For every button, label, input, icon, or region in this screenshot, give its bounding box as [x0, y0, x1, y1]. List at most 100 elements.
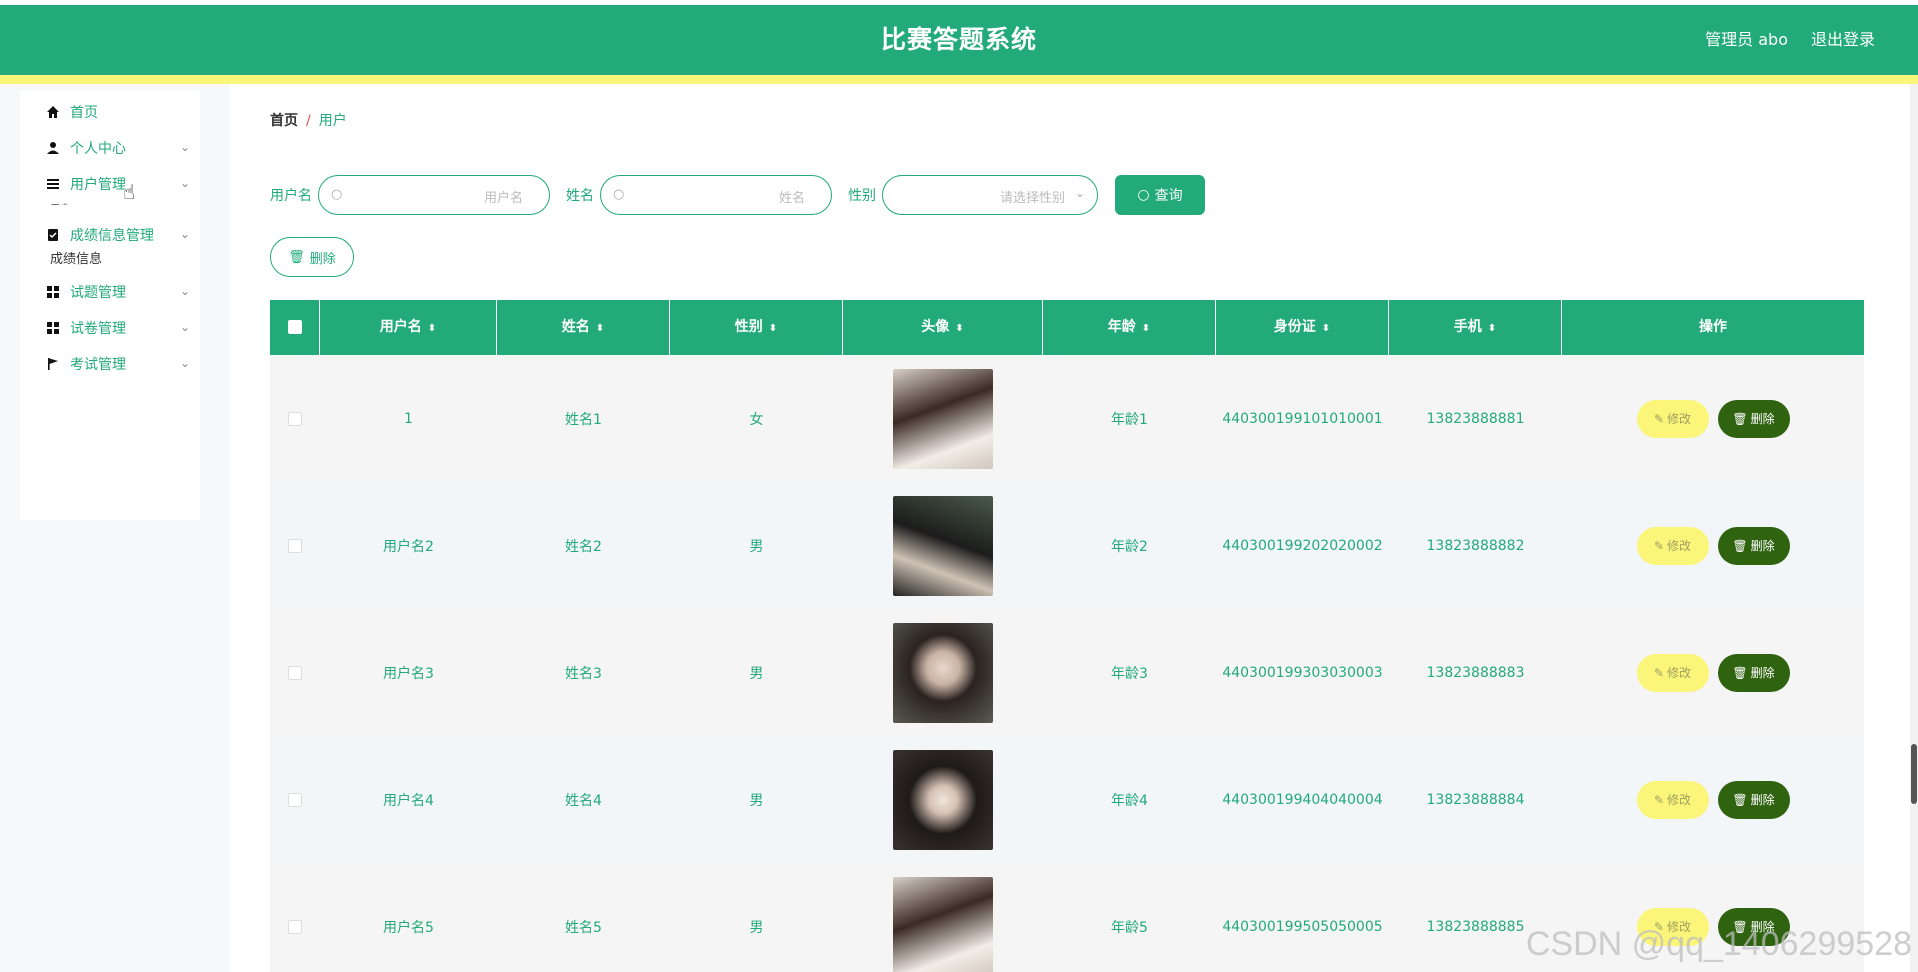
flag-icon [46, 357, 60, 371]
column-label: 操作 [1699, 319, 1727, 335]
admin-label: 管理员 abo [1705, 30, 1788, 49]
edit-icon: ✎ [1653, 665, 1665, 680]
column-label: 用户名 [379, 319, 422, 335]
cell-name: 姓名4 [565, 792, 602, 809]
username-search-input[interactable]: ○ 用户名 [318, 175, 550, 215]
top-header: 比赛答题系统 管理员 abo 退出登录 [0, 5, 1918, 75]
sidebar-item-label: 试题管理 [70, 285, 126, 301]
cell-age: 年龄5 [1111, 919, 1148, 936]
query-button[interactable]: ○ 查询 [1115, 175, 1205, 215]
cell-avatar [843, 355, 1043, 482]
chevron-down-icon: ⌄ [179, 140, 190, 154]
delete-button[interactable]: 🗑 删除 [1717, 780, 1790, 819]
bulk-delete-button[interactable]: 🗑 删除 [270, 237, 354, 277]
column-header-username[interactable]: 用户名 ⬍ [320, 300, 497, 355]
trash-icon: 🗑 [1732, 411, 1748, 426]
sort-icon: ⬍ [1321, 323, 1331, 334]
row-checkbox-cell [270, 863, 320, 972]
edit-button-label: 修改 [1667, 539, 1692, 553]
row-checkbox[interactable] [288, 792, 302, 807]
breadcrumb-current: 用户 [318, 113, 347, 129]
cell-actions: ✎ 修改 🗑 删除 [1562, 355, 1864, 482]
gender-filter-label: 性别 [848, 188, 876, 204]
edit-button[interactable]: ✎ 修改 [1636, 653, 1709, 692]
column-header-age[interactable]: 年龄 ⬍ [1043, 300, 1216, 355]
sidebar-menu: 首页 个人中心 ⌄ 用户管理 ⌄ 用户 成绩信息管理 ⌄ 成绩信息 [20, 90, 200, 520]
header-accent-strip [0, 75, 1918, 84]
sort-icon: ⬍ [595, 323, 605, 334]
cell-id-card: 440300199404040004 [1222, 791, 1383, 808]
edit-button-label: 修改 [1667, 793, 1692, 807]
scrollbar-thumb[interactable] [1911, 744, 1917, 804]
sort-icon: ⬍ [427, 323, 437, 334]
column-header-phone[interactable]: 手机 ⬍ [1389, 300, 1562, 355]
edit-button[interactable]: ✎ 修改 [1636, 399, 1709, 438]
cell-age: 年龄1 [1111, 411, 1148, 428]
avatar [893, 495, 993, 596]
sidebar-item-label: 试卷管理 [70, 321, 126, 337]
delete-button[interactable]: 🗑 删除 [1717, 653, 1790, 692]
chevron-down-icon: ⌄ [179, 284, 190, 298]
name-filter-label: 姓名 [566, 188, 594, 204]
row-checkbox-cell [270, 609, 320, 736]
select-all-checkbox[interactable] [287, 320, 302, 334]
table-header: 用户名 ⬍ 姓名 ⬍ 性别 ⬍ 头像 ⬍ 年龄 ⬍ 身份证 ⬍ 手机 ⬍ 操作 [270, 300, 1864, 355]
delete-button-label: 删除 [1750, 539, 1775, 553]
row-checkbox-cell [270, 355, 320, 482]
edit-button[interactable]: ✎ 修改 [1636, 526, 1709, 565]
gender-filter: 性别 请选择性别 ⌄ [848, 175, 1098, 215]
chevron-down-icon: ⌄ [179, 356, 190, 370]
column-label: 性别 [734, 319, 763, 335]
cell-phone: 13823888881 [1426, 410, 1525, 427]
edit-button[interactable]: ✎ 修改 [1636, 780, 1709, 819]
column-label: 身份证 [1273, 319, 1316, 335]
chevron-down-icon: ⌄ [179, 320, 190, 334]
breadcrumb-home[interactable]: 首页 [270, 113, 298, 129]
column-header-avatar[interactable]: 头像 ⬍ [843, 300, 1043, 355]
cell-gender: 男 [749, 792, 764, 809]
row-checkbox-cell [270, 482, 320, 609]
avatar [893, 368, 993, 469]
name-search-input[interactable]: ○ 姓名 [600, 175, 832, 215]
delete-button[interactable]: 🗑 删除 [1717, 526, 1790, 565]
column-header-id-card[interactable]: 身份证 ⬍ [1216, 300, 1389, 355]
home-icon [46, 105, 60, 119]
name-filter: 姓名 ○ 姓名 [566, 175, 832, 215]
trash-icon: 🗑 [1732, 792, 1748, 807]
cell-name: 姓名1 [565, 411, 602, 428]
submenu-item-score-info[interactable]: 成绩信息 [50, 248, 102, 267]
edit-icon: ✎ [1653, 538, 1665, 553]
cell-age: 年龄4 [1111, 792, 1148, 809]
main-content: 首页 / 用户 用户名 ○ 用户名 姓名 ○ 姓名 性别 请选择性别 ⌄ ○ 查询 … [230, 84, 1918, 972]
delete-button[interactable]: 🗑 删除 [1717, 399, 1790, 438]
cell-avatar [843, 609, 1043, 736]
trash-icon: 🗑 [1732, 665, 1748, 680]
row-checkbox[interactable] [288, 411, 302, 426]
edit-icon: ✎ [1653, 411, 1665, 426]
logout-link[interactable]: 退出登录 [1811, 5, 1875, 75]
sidebar-item-exam-management[interactable]: 考试管理 ⌄ [20, 342, 200, 386]
column-header-name[interactable]: 姓名 ⬍ [497, 300, 670, 355]
cell-actions: ✎ 修改 🗑 删除 [1562, 736, 1864, 863]
cell-phone: 13823888884 [1426, 791, 1525, 808]
page-scrollbar[interactable] [1910, 84, 1918, 972]
sidebar-item-score-management[interactable]: 成绩信息管理 ⌄ [20, 213, 200, 257]
grid-icon [46, 321, 60, 335]
row-checkbox[interactable] [288, 538, 302, 553]
search-icon: ○ [613, 187, 625, 202]
column-header-gender[interactable]: 性别 ⬍ [670, 300, 843, 355]
column-label: 手机 [1453, 319, 1482, 335]
sidebar-item-label: 首页 [70, 105, 98, 121]
user-icon [46, 141, 60, 155]
cell-id-card: 440300199505050005 [1222, 918, 1383, 935]
table-row: 用户名2 姓名2 男 年龄2 440300199202020002 138238… [270, 482, 1864, 609]
cell-name: 姓名5 [565, 919, 602, 936]
bulk-delete-label: 删除 [309, 251, 336, 267]
row-checkbox[interactable] [288, 919, 302, 934]
edit-button-label: 修改 [1667, 666, 1692, 680]
gender-select[interactable]: 请选择性别 ⌄ [882, 175, 1098, 215]
name-placeholder: 姓名 [778, 191, 805, 206]
row-checkbox[interactable] [288, 665, 302, 680]
username-filter-label: 用户名 [270, 188, 312, 204]
sidebar-item-user-management[interactable]: 用户管理 ⌄ [20, 162, 200, 206]
